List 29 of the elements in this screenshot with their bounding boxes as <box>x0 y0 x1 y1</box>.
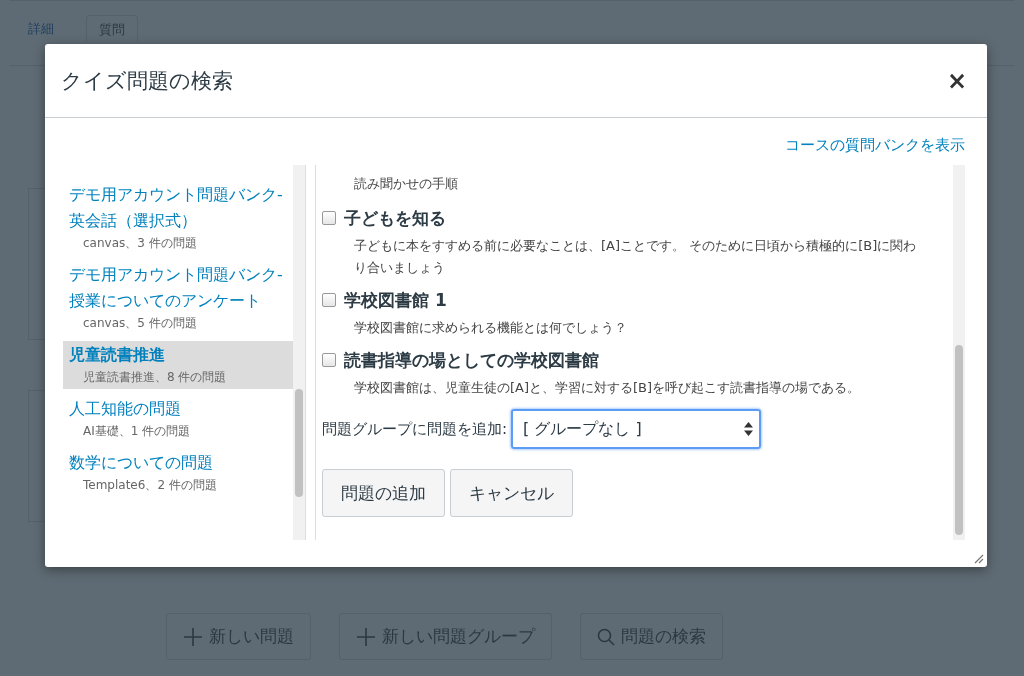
sort-arrows-icon <box>744 422 754 436</box>
resize-grip-icon[interactable] <box>972 552 984 564</box>
dialog-button[interactable]: キャンセル <box>450 469 573 517</box>
question-text: 読み聞かせの手順 <box>353 175 459 193</box>
bank-item[interactable]: 人工知能の問題 AI基礎、1 件の問題 <box>63 395 293 443</box>
question-title: 子どもを知る <box>344 206 446 230</box>
scrollbar[interactable] <box>293 165 305 540</box>
question-text: 学校図書館に求められる機能とは何でしょう？ <box>353 319 628 337</box>
bank-item[interactable]: デモ用アカウント問題バンク-授業についてのアンケート canvas、5 件の問題 <box>63 261 293 335</box>
bank-item[interactable]: 児童読書推進 児童読書推進、8 件の問題 <box>63 341 293 389</box>
checkbox[interactable] <box>322 293 336 307</box>
close-button[interactable]: × <box>942 66 971 95</box>
checkbox[interactable] <box>322 353 336 367</box>
question-text: 子どもに本をすすめる前に必要なことは、[A]ことです。 そのために日頃から積極的に[B]に関わり合いましょう <box>353 237 918 277</box>
search-icon <box>597 627 615 646</box>
plus-icon <box>356 626 376 647</box>
bank-item[interactable]: デモ用アカウント問題バンク-英会話（選択式） canvas、3 件の問題 <box>63 181 293 255</box>
question-title: 読書指導の場としての学校図書館 <box>344 348 599 372</box>
question-text: 学校図書館は、児童生徒の[A]と、学習に対する[B]を呼び起こす読書指導の場である。 <box>353 379 862 397</box>
question-title: 学校図書館 1 <box>344 288 447 312</box>
question-bank-link[interactable]: コースの質問バンクを表示 <box>785 136 965 155</box>
dialog-button[interactable]: 問題の追加 <box>322 469 445 517</box>
checkbox[interactable] <box>322 211 336 225</box>
scrollbar[interactable] <box>953 165 965 540</box>
bank-item[interactable]: 数学についての問題 Template6、2 件の問題 <box>63 449 293 497</box>
plus-icon <box>183 626 203 647</box>
dialog-title: クイズ問題の検索 <box>61 67 233 95</box>
group-label: 問題グループに問題を追加: <box>322 419 508 439</box>
group-select[interactable]: [ グループなし ] <box>511 409 762 449</box>
